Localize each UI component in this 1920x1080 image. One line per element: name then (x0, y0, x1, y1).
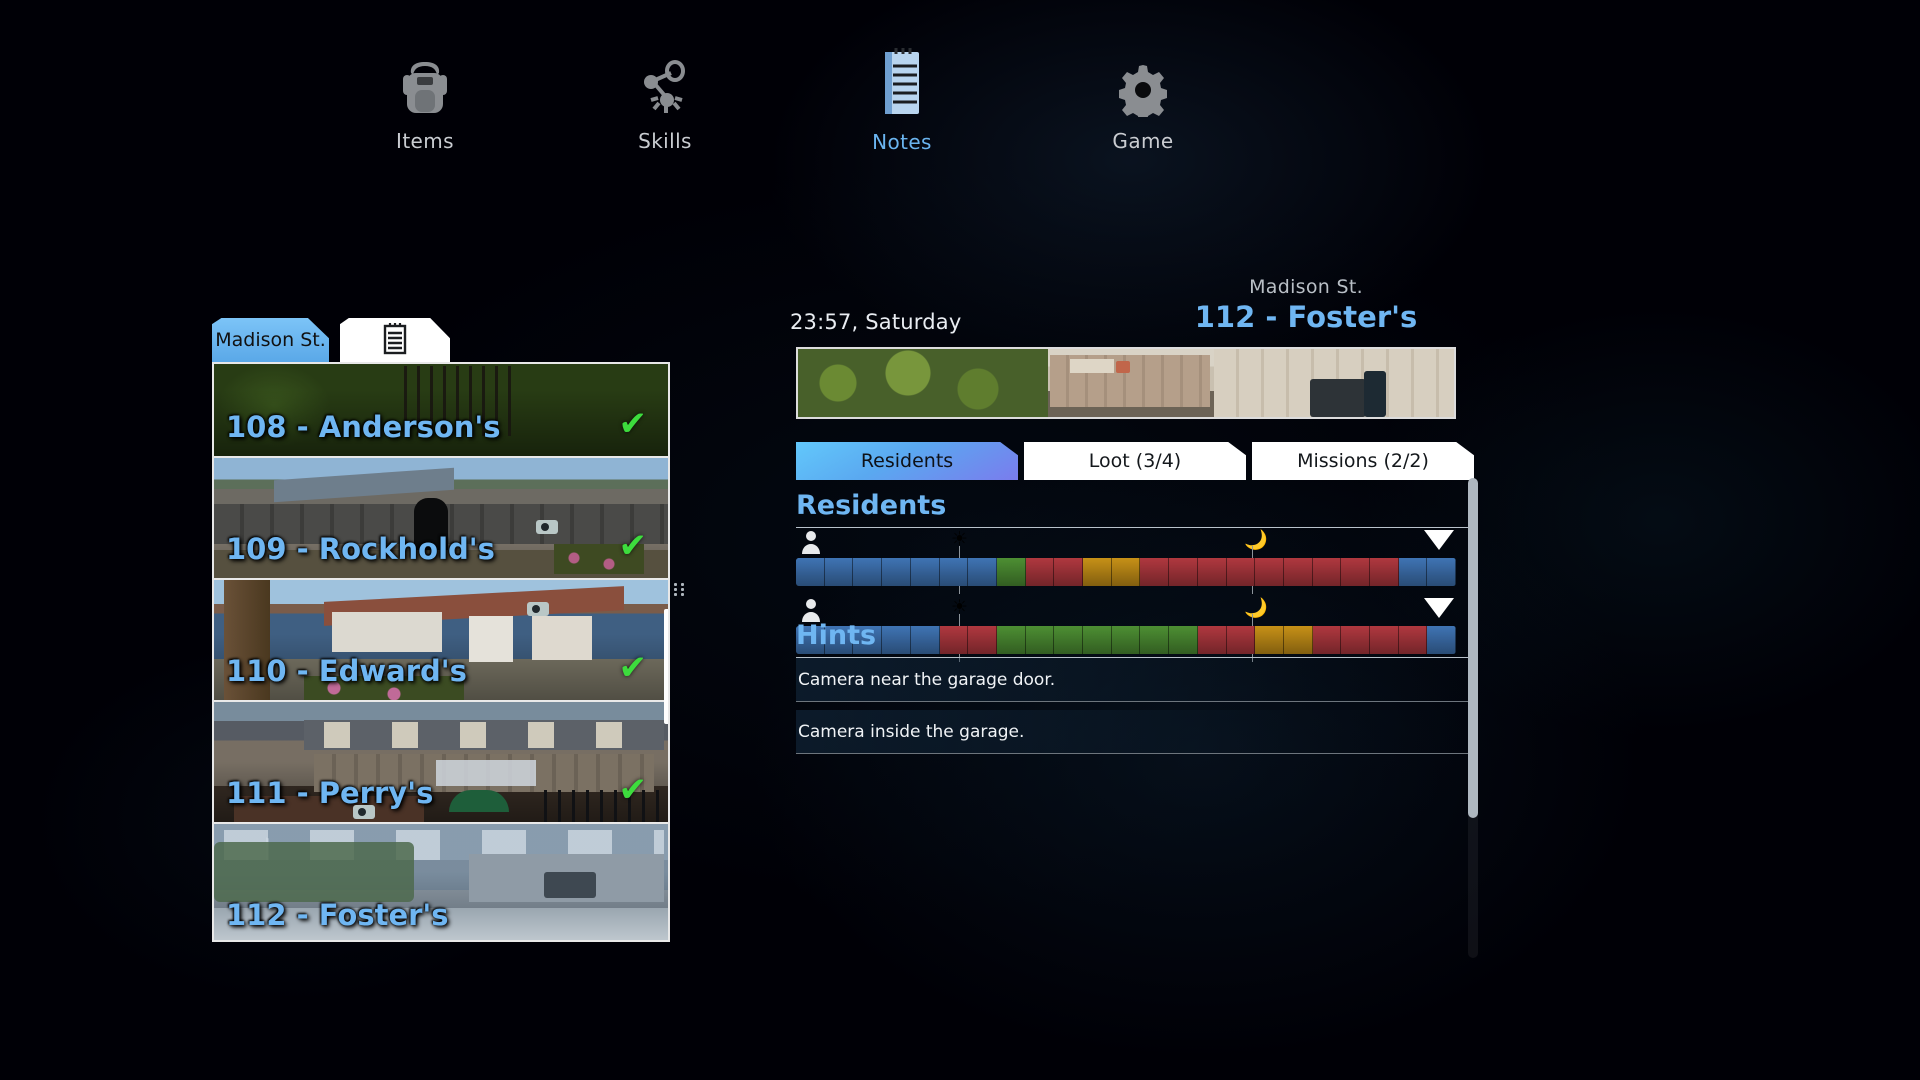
schedule-segment-home (1312, 558, 1342, 586)
visited-check-icon: ✔ (618, 404, 648, 444)
menu-item-skills[interactable]: Skills (580, 45, 750, 153)
detail-scrollbar[interactable] (1468, 478, 1478, 958)
camera-icon (353, 805, 375, 819)
tab-label: Missions (2/2) (1297, 450, 1429, 472)
house-list[interactable]: 108 - Anderson's ✔ 109 - Rockhold's ✔ 11… (212, 362, 670, 942)
tab-residents[interactable]: Residents (796, 442, 1018, 480)
menu-item-label: Game (1112, 129, 1174, 153)
notepad-icon (817, 38, 987, 118)
residents-heading: Residents (796, 490, 947, 521)
camera-icon (536, 520, 558, 534)
menu-item-label: Notes (872, 130, 932, 154)
person-icon (800, 530, 822, 554)
tab-label: Madison St. (215, 329, 326, 351)
left-panel-tabs: Madison St. (212, 310, 670, 362)
schedule-segment-home (1140, 558, 1170, 586)
detail-title-block: Madison St. 112 - Foster's (1141, 276, 1471, 334)
scrollbar-thumb[interactable] (1468, 478, 1478, 818)
schedule-segment-home (1054, 558, 1084, 586)
tab-madison-st[interactable]: Madison St. (212, 318, 329, 362)
schedule-segment-away (1427, 558, 1456, 586)
menu-item-notes[interactable]: Notes (817, 38, 987, 154)
schedule-segment-home (1025, 558, 1055, 586)
house-label: 109 - Rockhold's (226, 532, 495, 566)
house-label: 110 - Edward's (226, 654, 467, 688)
detail-tabs: Residents Loot (3/4) Missions (2/2) (796, 442, 1474, 482)
tab-notes-doc[interactable] (340, 318, 450, 362)
game-notes-screen: Items Skills Notes Game Madison St. 108 … (0, 0, 1920, 1080)
list-item[interactable]: 108 - Anderson's ✔ (214, 364, 668, 458)
schedule-segment-away (939, 558, 969, 586)
menu-item-label: Items (396, 129, 454, 153)
visited-check-icon: ✔ (618, 526, 648, 566)
tab-loot[interactable]: Loot (3/4) (1024, 442, 1246, 480)
skill-tree-icon (580, 45, 750, 117)
schedule-segment-home (1341, 558, 1371, 586)
backpack-icon (340, 45, 510, 117)
moon-icon: 🌙 (1244, 529, 1268, 551)
tab-missions[interactable]: Missions (2/2) (1252, 442, 1474, 480)
schedule-segment-home (1255, 558, 1284, 586)
game-clock: 23:57, Saturday (790, 310, 962, 334)
schedule-segment-home (1169, 558, 1198, 586)
schedule-segment-asleep (996, 558, 1026, 586)
hint-item: Camera near the garage door. (796, 658, 1474, 702)
house-label: 112 - Foster's (226, 898, 449, 932)
schedule-segment-away (910, 558, 940, 586)
expand-resident-caret-icon[interactable] (1424, 598, 1454, 618)
resident-schedule-bar[interactable] (796, 558, 1456, 586)
visited-check-icon: ✔ (618, 648, 648, 688)
panel-resize-grip[interactable] (674, 580, 686, 598)
list-item[interactable]: 109 - Rockhold's ✔ (214, 458, 668, 580)
person-icon (800, 598, 822, 622)
menu-item-items[interactable]: Items (340, 45, 510, 153)
tab-label: Loot (3/4) (1088, 450, 1182, 472)
menu-item-label: Skills (638, 129, 692, 153)
moon-icon: 🌙 (1244, 597, 1268, 619)
schedule-segment-away (1398, 558, 1428, 586)
resident-row: ☀ 🌙 (796, 528, 1456, 596)
menu-item-game[interactable]: Game (1058, 45, 1228, 153)
list-item[interactable]: 112 - Foster's (214, 824, 668, 940)
page-title: 112 - Foster's (1194, 300, 1418, 334)
hints-heading: Hints (796, 620, 877, 651)
schedule-segment-away (853, 558, 883, 586)
camera-icon (527, 602, 549, 616)
hint-item: Camera inside the garage. (796, 710, 1474, 754)
schedule-segment-away (968, 558, 997, 586)
house-list-scrollbar[interactable] (664, 364, 668, 940)
schedule-segment-busy (1111, 558, 1141, 586)
schedule-segment-home (1283, 558, 1313, 586)
street-name: Madison St. (1249, 276, 1363, 298)
schedule-segment-away (882, 558, 911, 586)
notepad-icon (382, 321, 408, 360)
scrollbar-thumb[interactable] (664, 609, 668, 724)
schedule-segment-away (824, 558, 854, 586)
house-label: 111 - Perry's (226, 776, 434, 810)
schedule-segment-home (1197, 558, 1227, 586)
house-hero-image (796, 347, 1456, 419)
schedule-segment-away (796, 558, 825, 586)
gear-icon (1058, 45, 1228, 117)
schedule-segment-home (1370, 558, 1399, 586)
top-menu-bar: Items Skills Notes Game (0, 0, 1920, 190)
schedule-segment-home (1226, 558, 1256, 586)
house-label: 108 - Anderson's (226, 410, 501, 444)
expand-resident-caret-icon[interactable] (1424, 530, 1454, 550)
list-item[interactable]: 110 - Edward's ✔ (214, 580, 668, 702)
list-item[interactable]: 111 - Perry's ✔ (214, 702, 668, 824)
street-house-list-panel: Madison St. 108 - Anderson's ✔ 109 - Roc… (212, 310, 684, 942)
hints-section: Hints Camera near the garage door. Camer… (790, 620, 1480, 754)
visited-check-icon: ✔ (618, 770, 648, 810)
tab-label: Residents (860, 450, 954, 472)
schedule-segment-busy (1083, 558, 1112, 586)
